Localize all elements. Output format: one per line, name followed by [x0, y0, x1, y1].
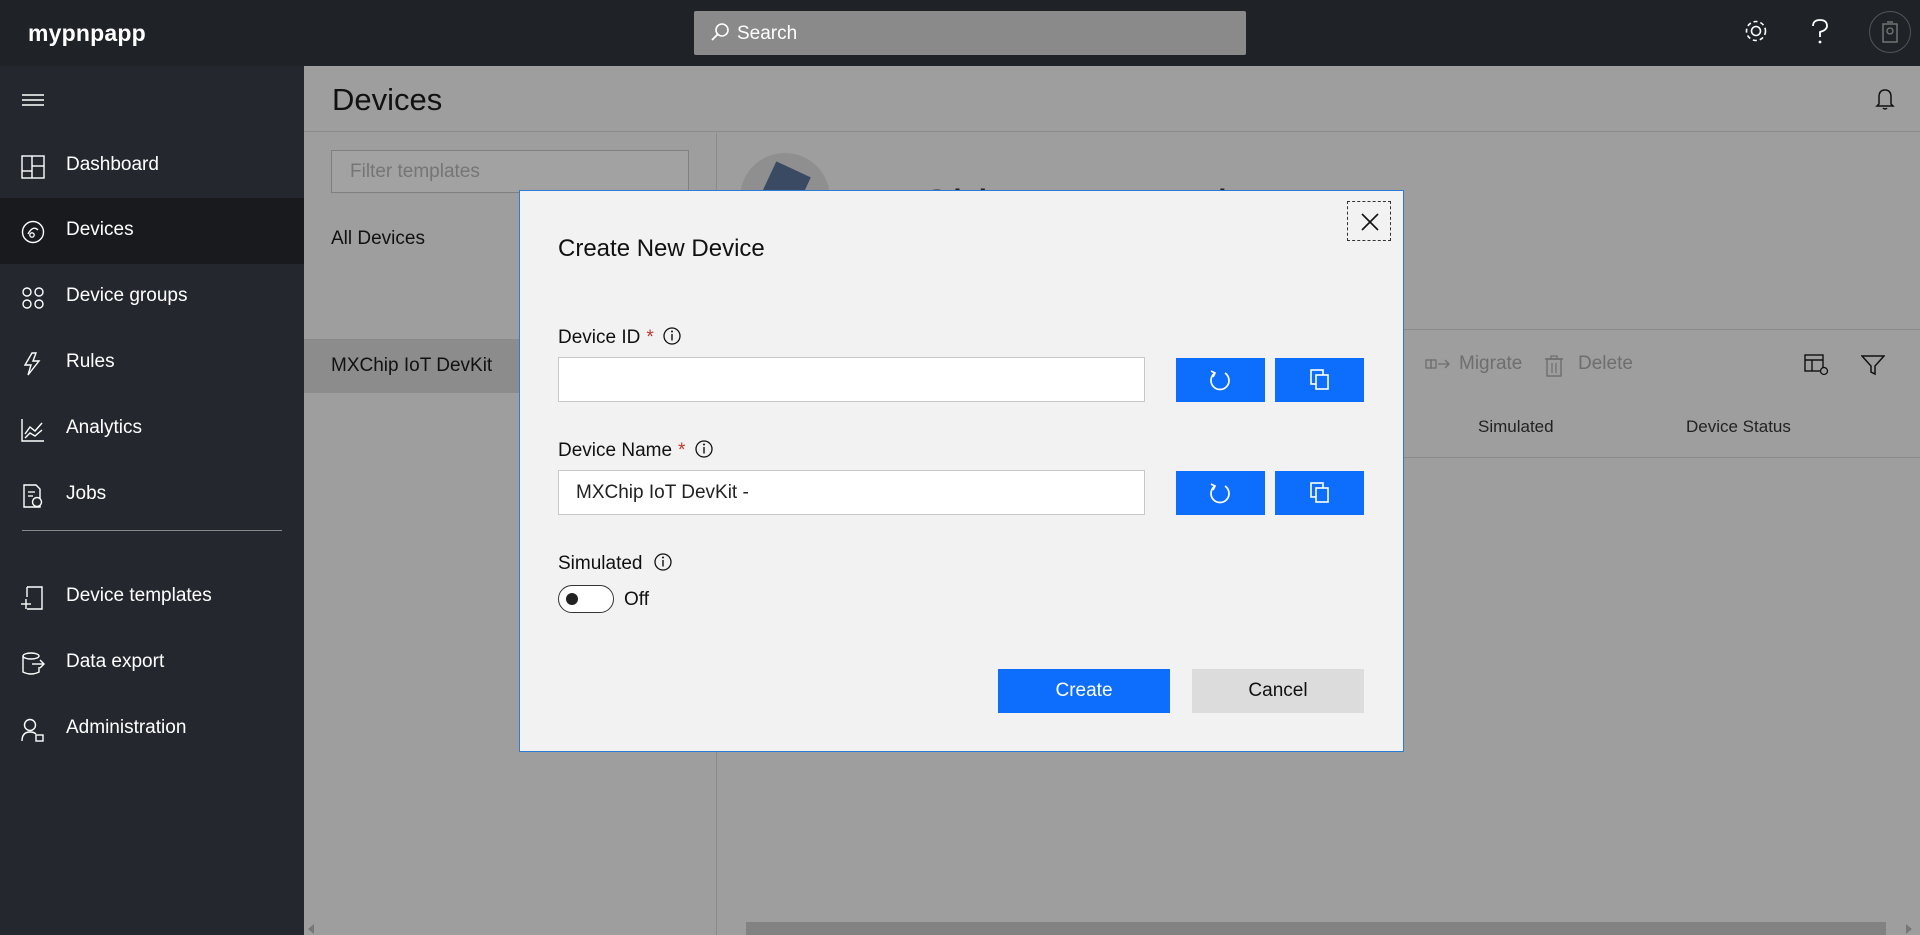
column-header-device-status[interactable]: Device Status	[1686, 417, 1791, 437]
close-icon	[1361, 213, 1379, 231]
column-header-simulated[interactable]: Simulated	[1478, 417, 1554, 437]
cancel-button[interactable]: Cancel	[1192, 669, 1364, 713]
sidebar-item-analytics[interactable]: Analytics	[0, 396, 304, 462]
sidebar-item-data-export[interactable]: Data export	[0, 630, 304, 696]
device-id-label: Device ID *	[558, 327, 654, 349]
sidebar-item-devices[interactable]: Devices	[0, 198, 304, 264]
create-device-dialog: Create New Device Device ID * Device Name…	[519, 190, 1404, 752]
copy-device-name-button[interactable]	[1275, 471, 1364, 515]
sidebar-item-label: Rules	[66, 351, 115, 372]
page-title: Devices	[332, 82, 443, 117]
info-icon[interactable]	[694, 439, 714, 459]
filter-templates-input[interactable]	[331, 150, 689, 193]
scroll-left-arrow[interactable]	[308, 924, 314, 934]
close-button[interactable]	[1347, 201, 1391, 241]
filter-icon[interactable]	[1861, 354, 1885, 376]
devices-icon	[21, 220, 45, 244]
toggle-knob	[566, 593, 578, 605]
badge-icon	[1882, 21, 1898, 43]
dashboard-icon	[21, 155, 45, 179]
sidebar-item-label: Dashboard	[66, 154, 159, 175]
sidebar-item-label: Jobs	[66, 483, 107, 504]
analytics-icon	[21, 419, 44, 442]
jobs-icon	[23, 484, 43, 508]
sidebar-item-administration[interactable]: Administration	[0, 696, 304, 762]
scrollbar-thumb[interactable]	[746, 922, 1886, 935]
sidebar-item-label: Administration	[66, 717, 187, 738]
gear-icon[interactable]	[1742, 17, 1770, 45]
sidebar-item-label: Device templates	[66, 585, 212, 606]
copy-icon	[1310, 369, 1329, 390]
device-name-label-text: Device Name	[558, 440, 673, 461]
device-groups-icon	[22, 287, 44, 309]
info-icon[interactable]	[653, 552, 673, 572]
template-item-label: MXChip IoT DevKit	[331, 355, 493, 376]
simulated-toggle-state: Off	[624, 589, 649, 610]
copy-icon	[1310, 482, 1329, 503]
device-name-label: Device Name *	[558, 440, 685, 462]
sidebar-divider	[22, 530, 282, 531]
help-icon[interactable]	[1808, 17, 1832, 47]
data-export-icon	[22, 652, 45, 675]
device-id-label-text: Device ID	[558, 327, 641, 348]
search-label: Search	[737, 23, 798, 44]
simulated-toggle[interactable]	[558, 585, 614, 613]
scroll-right-arrow[interactable]	[1906, 924, 1912, 934]
dialog-title: Create New Device	[558, 235, 765, 262]
trash-icon	[1545, 355, 1563, 377]
delete-label: Delete	[1578, 353, 1633, 374]
info-icon[interactable]	[662, 326, 682, 346]
create-button[interactable]: Create	[998, 669, 1170, 713]
copy-device-id-button[interactable]	[1275, 358, 1364, 402]
sidebar-item-device-templates[interactable]: Device templates	[0, 564, 304, 630]
page-header: Devices	[304, 66, 1920, 132]
search-box[interactable]: Search	[694, 11, 1246, 55]
device-id-input[interactable]	[558, 357, 1145, 402]
sidebar-item-rules[interactable]: Rules	[0, 330, 304, 396]
required-marker: *	[678, 440, 686, 461]
refresh-icon	[1210, 483, 1230, 504]
sidebar-item-dashboard[interactable]: Dashboard	[0, 133, 304, 199]
avatar[interactable]	[1869, 11, 1911, 53]
simulated-label: Simulated	[558, 553, 643, 574]
regenerate-device-name-button[interactable]	[1176, 471, 1265, 515]
sidebar-item-label: Devices	[66, 219, 134, 240]
regenerate-device-id-button[interactable]	[1176, 358, 1265, 402]
horizontal-scrollbar[interactable]	[742, 918, 1902, 935]
sidebar-item-label: Data export	[66, 651, 165, 672]
template-item-label: All Devices	[331, 228, 425, 249]
device-name-input[interactable]	[558, 470, 1145, 515]
migrate-label: Migrate	[1459, 353, 1523, 374]
sidebar-item-device-groups[interactable]: Device groups	[0, 264, 304, 330]
column-options-icon[interactable]	[1804, 353, 1830, 377]
sidebar-item-label: Device groups	[66, 285, 188, 306]
sidebar-item-label: Analytics	[66, 417, 143, 438]
rules-icon	[23, 352, 41, 376]
bell-icon[interactable]	[1875, 87, 1895, 111]
required-marker: *	[646, 327, 654, 348]
migrate-icon	[1425, 359, 1450, 369]
hamburger-menu-icon[interactable]	[22, 92, 46, 110]
refresh-icon	[1210, 370, 1230, 391]
administration-icon	[21, 718, 44, 742]
search-icon	[711, 23, 729, 41]
top-bar: mypnpapp Search	[0, 0, 1920, 66]
device-templates-icon	[21, 586, 43, 610]
sidebar-item-jobs[interactable]: Jobs	[0, 462, 304, 528]
app-name[interactable]: mypnpapp	[28, 20, 146, 47]
sidebar: Dashboard Devices Device groups Rules An…	[0, 66, 304, 935]
